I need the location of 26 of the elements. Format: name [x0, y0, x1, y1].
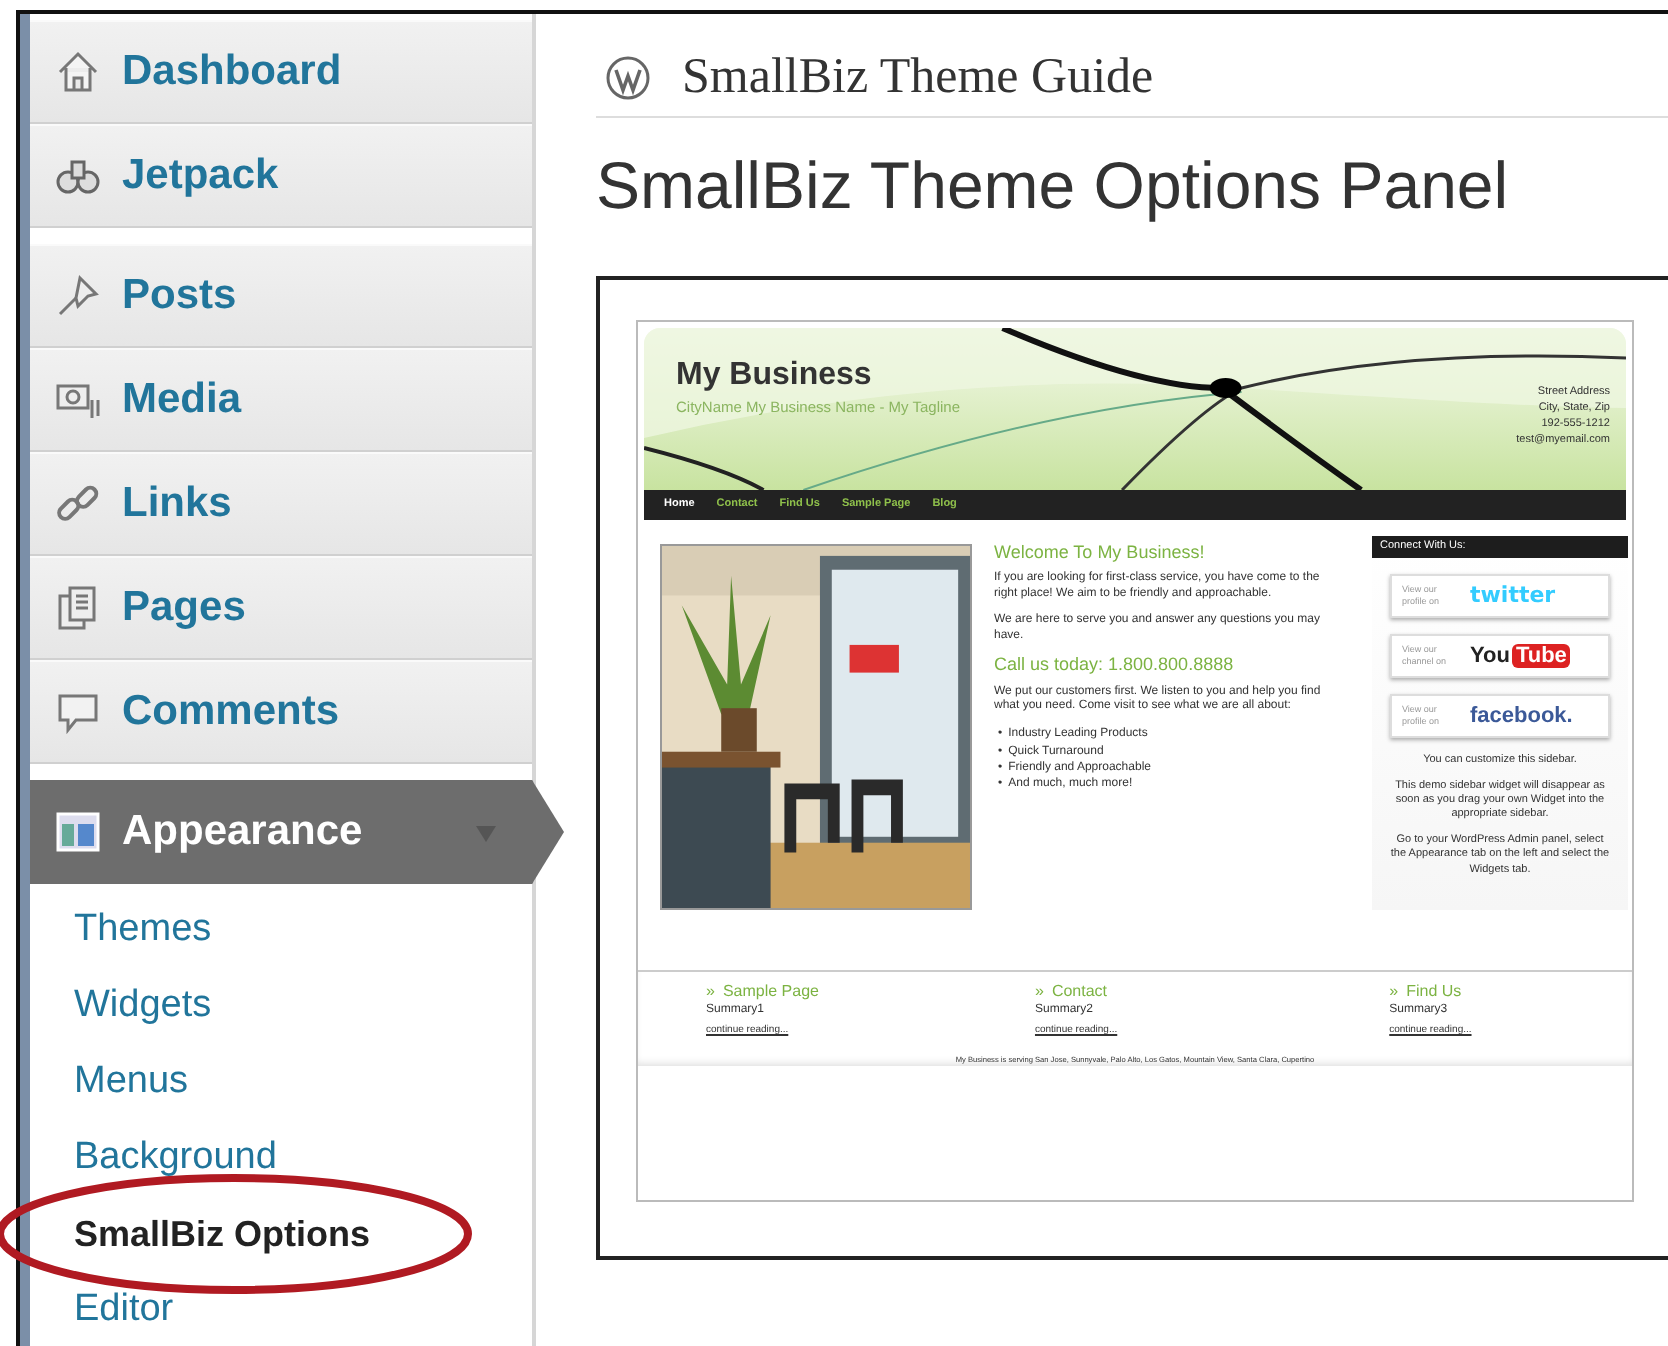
bullet-marker: » — [706, 983, 715, 1001]
pushpin-icon — [54, 272, 102, 320]
phone-number-text: Call us today: 1.800.800.8888 — [994, 655, 1236, 676]
site-title: My Business — [676, 355, 872, 396]
bullet-marker: » — [1034, 983, 1044, 1001]
bullet-marker: » — [1389, 983, 1399, 1001]
content-heading: Welcome To My Business! — [994, 543, 1207, 563]
submenu-item[interactable]: Themes — [74, 901, 212, 959]
sidebar-item[interactable]: Jetpack — [30, 124, 532, 228]
submenu-item[interactable]: Editor — [74, 1281, 174, 1339]
sidebar-item[interactable]: Links — [30, 452, 532, 556]
wordpress-logo-icon — [606, 55, 650, 99]
home-icon — [54, 48, 102, 96]
submenu-item[interactable]: Widgets — [74, 977, 212, 1035]
layout-icon — [54, 808, 102, 856]
page-title: SmallBiz Theme Guide — [682, 47, 1154, 108]
page-heading: SmallBiz Theme Options Panel — [596, 146, 1511, 226]
sidebar-item[interactable]: Media — [30, 348, 532, 452]
submenu-item[interactable]: Menus — [74, 1053, 189, 1111]
submenu-item[interactable]: Background — [74, 1129, 277, 1187]
sidebar-item[interactable]: Appearance — [30, 780, 564, 884]
sidebar-item[interactable]: Pages — [30, 556, 532, 660]
sidebar-item[interactable]: Comments — [30, 660, 532, 764]
pages-icon — [54, 584, 102, 632]
sidebar-item[interactable]: Posts — [30, 244, 532, 348]
sidebar-item[interactable]: Dashboard — [30, 20, 532, 124]
